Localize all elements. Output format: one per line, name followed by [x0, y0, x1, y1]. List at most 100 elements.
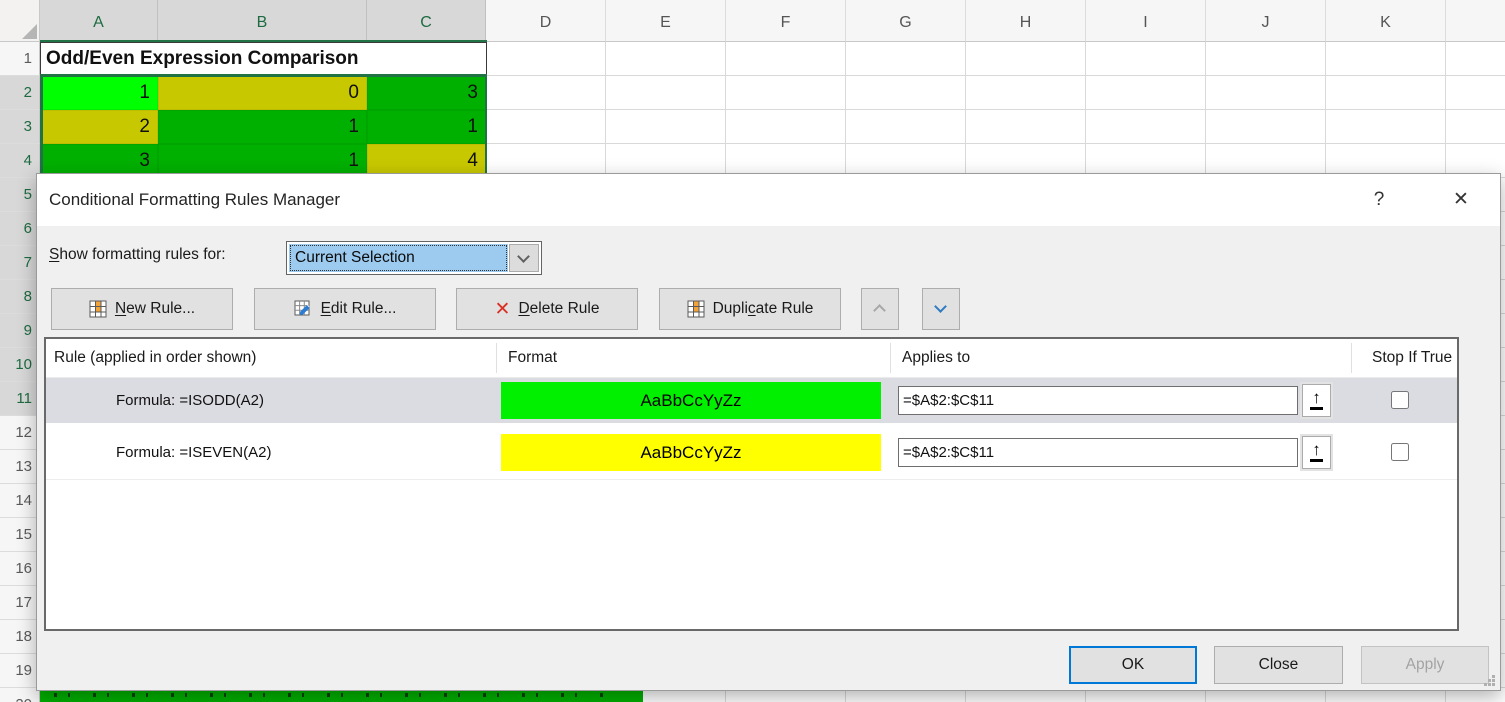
row-divider — [46, 479, 1457, 480]
format-preview: AaBbCcYyZz — [501, 434, 881, 471]
column-header-E[interactable]: E — [606, 0, 726, 42]
row-header-20[interactable]: 20 — [0, 688, 40, 702]
move-rule-down-button[interactable] — [922, 288, 960, 330]
rule-description: Formula: =ISEVEN(A2) — [116, 430, 271, 475]
excel-window: ABCDEFGHIJK 1234567891011121314151617181… — [0, 0, 1505, 702]
sheet-cell[interactable]: 1 — [158, 110, 367, 144]
row-header-12[interactable]: 12 — [0, 416, 40, 450]
resize-grip[interactable] — [1483, 674, 1496, 687]
select-all-corner[interactable] — [0, 0, 40, 42]
select-all-triangle-icon — [22, 24, 37, 39]
move-rule-up-button[interactable] — [861, 288, 899, 330]
new-rule-button[interactable]: New Rule... — [51, 288, 233, 330]
row-header-19[interactable]: 19 — [0, 654, 40, 688]
show-rules-dropdown[interactable]: Current Selection — [286, 241, 542, 275]
dialog-titlebar[interactable]: Conditional Formatting Rules Manager ? ✕ — [37, 174, 1500, 226]
dialog-title: Conditional Formatting Rules Manager — [49, 174, 340, 226]
new-rule-label: New Rule... — [115, 300, 195, 318]
row-header-7[interactable]: 7 — [0, 246, 40, 280]
show-label-accel: S — [49, 246, 59, 263]
rule-row-iseven[interactable]: Formula: =ISEVEN(A2) AaBbCcYyZz ↑ — [46, 430, 1457, 475]
header-separator — [1351, 343, 1352, 373]
column-header-G[interactable]: G — [846, 0, 966, 42]
stop-if-true-checkbox[interactable] — [1391, 443, 1409, 461]
selection-border-top — [40, 74, 487, 77]
column-header-J[interactable]: J — [1206, 0, 1326, 42]
collapse-dialog-button[interactable]: ↑ — [1302, 436, 1331, 469]
sheet-cell[interactable]: 2 — [40, 110, 158, 144]
row-header-17[interactable]: 17 — [0, 586, 40, 620]
duplicate-rule-button[interactable]: Duplicate Rule — [659, 288, 841, 330]
table-grid-icon — [89, 300, 107, 318]
chevron-down-icon — [934, 300, 947, 313]
collapse-arrow-icon: ↑ — [1310, 388, 1323, 410]
row-header-16[interactable]: 16 — [0, 552, 40, 586]
applies-to-input[interactable] — [898, 438, 1298, 467]
column-header-B[interactable]: B — [158, 0, 367, 42]
help-icon[interactable]: ? — [1363, 185, 1395, 215]
table-pencil-icon — [294, 300, 313, 318]
row-header-2[interactable]: 2 — [0, 76, 40, 110]
header-separator — [890, 343, 891, 373]
show-rules-for-label: Show formatting rules for: — [49, 246, 226, 264]
selected-columns-underline — [40, 40, 487, 42]
row-header-11[interactable]: 11 — [0, 382, 40, 416]
col-header-rule: Rule (applied in order shown) — [54, 339, 256, 377]
row-header-5[interactable]: 5 — [0, 178, 40, 212]
column-header-K[interactable]: K — [1326, 0, 1446, 42]
col-header-stop-if-true: Stop If True — [1372, 339, 1452, 377]
cf-rules-manager-dialog: Conditional Formatting Rules Manager ? ✕… — [36, 173, 1501, 691]
dropdown-selected-value: Current Selection — [289, 244, 508, 272]
sheet-cell[interactable]: 3 — [367, 76, 486, 110]
cell-a1-title[interactable]: Odd/Even Expression Comparison — [40, 42, 487, 76]
collapse-dialog-button[interactable]: ↑ — [1302, 384, 1331, 417]
duplicate-rule-label: Duplicate Rule — [713, 300, 814, 318]
partial-row-20 — [40, 691, 643, 702]
close-icon[interactable]: ✕ — [1445, 185, 1477, 215]
selection-border-left — [40, 74, 43, 173]
delete-rule-label: Delete Rule — [518, 300, 599, 318]
row-header-13[interactable]: 13 — [0, 450, 40, 484]
format-preview: AaBbCcYyZz — [501, 382, 881, 419]
row-header-14[interactable]: 14 — [0, 484, 40, 518]
column-header-clipped[interactable] — [1446, 0, 1505, 42]
chevron-up-icon — [873, 304, 886, 317]
red-x-icon: ✕ — [495, 300, 511, 319]
column-header-I[interactable]: I — [1086, 0, 1206, 42]
column-header-A[interactable]: A — [40, 0, 158, 42]
column-header-H[interactable]: H — [966, 0, 1086, 42]
row-header-4[interactable]: 4 — [0, 144, 40, 178]
apply-button-disabled: Apply — [1361, 646, 1489, 684]
dropdown-arrow-button[interactable] — [509, 244, 539, 272]
rule-description: Formula: =ISODD(A2) — [116, 378, 264, 423]
header-separator — [496, 343, 497, 373]
col-header-applies-to: Applies to — [902, 339, 970, 377]
row-header-3[interactable]: 3 — [0, 110, 40, 144]
row-header-9[interactable]: 9 — [0, 314, 40, 348]
row-header-1[interactable]: 1 — [0, 42, 40, 76]
row-header-18[interactable]: 18 — [0, 620, 40, 654]
rules-list: Rule (applied in order shown) Format App… — [44, 337, 1459, 631]
show-label-rest: how formatting rules for: — [59, 246, 225, 263]
row-header-8[interactable]: 8 — [0, 280, 40, 314]
row-header-6[interactable]: 6 — [0, 212, 40, 246]
collapse-arrow-icon: ↑ — [1310, 440, 1323, 462]
stop-if-true-checkbox[interactable] — [1391, 391, 1409, 409]
close-button[interactable]: Close — [1214, 646, 1343, 684]
rule-row-isodd[interactable]: Formula: =ISODD(A2) AaBbCcYyZz ↑ — [46, 378, 1457, 423]
chevron-down-icon — [517, 250, 530, 263]
table-grid-icon — [687, 300, 705, 318]
sheet-cell[interactable]: 1 — [40, 76, 158, 110]
sheet-cell[interactable]: 0 — [158, 76, 367, 110]
edit-rule-button[interactable]: Edit Rule... — [254, 288, 436, 330]
edit-rule-label: Edit Rule... — [321, 300, 397, 318]
column-header-F[interactable]: F — [726, 0, 846, 42]
sheet-cell[interactable]: 1 — [367, 110, 486, 144]
delete-rule-button[interactable]: ✕ Delete Rule — [456, 288, 638, 330]
column-header-C[interactable]: C — [367, 0, 486, 42]
ok-button[interactable]: OK — [1069, 646, 1197, 684]
applies-to-input[interactable] — [898, 386, 1298, 415]
row-header-15[interactable]: 15 — [0, 518, 40, 552]
column-header-D[interactable]: D — [486, 0, 606, 42]
row-header-10[interactable]: 10 — [0, 348, 40, 382]
